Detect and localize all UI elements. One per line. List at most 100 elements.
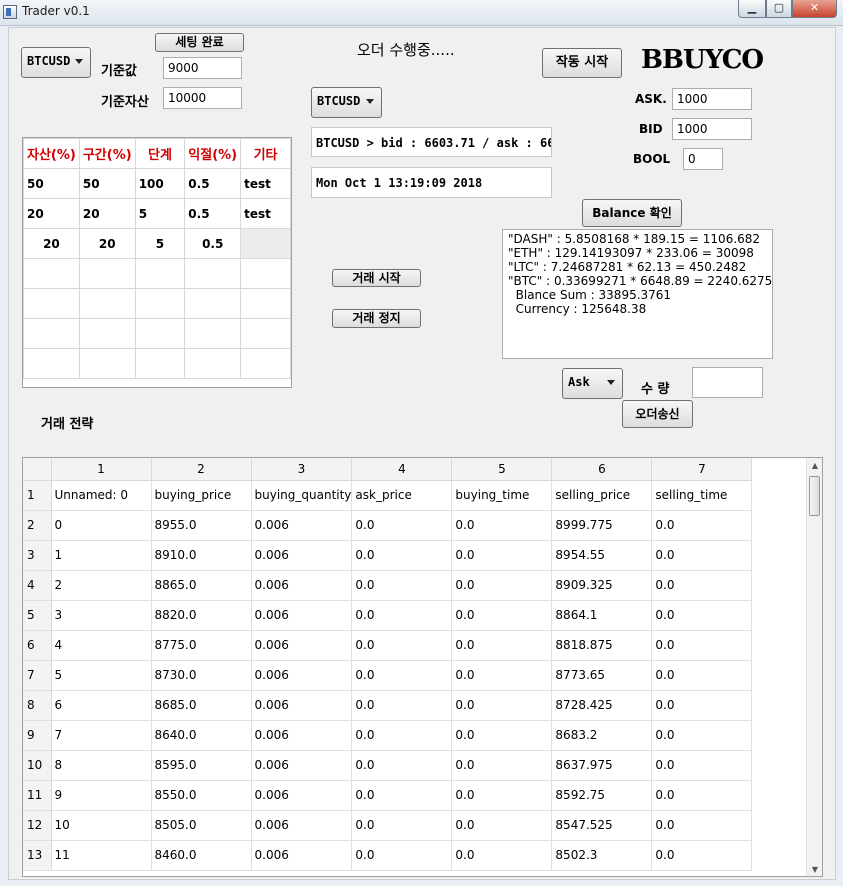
grid-row-header[interactable]: 12 <box>23 810 52 841</box>
grid-cell[interactable]: 4 <box>51 630 152 661</box>
grid-cell[interactable]: 0.006 <box>251 570 353 601</box>
grid-cell[interactable]: 10 <box>51 810 152 841</box>
grid-cell[interactable]: 8505.0 <box>151 810 252 841</box>
grid-cell[interactable]: 8502.3 <box>551 840 653 871</box>
grid-row-header[interactable]: 3 <box>23 540 52 571</box>
grid-cell[interactable]: 0.0 <box>651 630 753 661</box>
grid-cell[interactable]: 8909.325 <box>551 570 653 601</box>
grid-cell[interactable]: 0.006 <box>251 780 353 811</box>
strategy-cell[interactable]: 20 <box>78 228 136 259</box>
settings-done-button[interactable]: 세팅 완료 <box>155 33 244 52</box>
balance-check-button[interactable]: Balance 확인 <box>582 199 682 227</box>
grid-corner[interactable] <box>23 458 52 481</box>
strategy-cell[interactable]: 0.5 <box>184 198 242 229</box>
strategy-row[interactable]: 20 20 5 0.5 test <box>23 198 291 229</box>
strategy-cell[interactable]: 5 <box>134 198 186 229</box>
grid-cell[interactable]: 0.0 <box>651 510 753 541</box>
strategy-cell[interactable]: 100 <box>134 168 186 199</box>
grid-cell[interactable]: 0.0 <box>651 840 753 871</box>
grid-cell[interactable]: 0.006 <box>251 810 353 841</box>
grid-cell[interactable]: 0.006 <box>251 600 353 631</box>
strategy-cell[interactable]: 20 <box>78 198 136 229</box>
grid-cell[interactable]: 0.0 <box>351 540 453 571</box>
orders-data-grid[interactable]: 1 2 3 4 5 6 7 1 Unnamed: 0 buying_price … <box>22 457 823 877</box>
strategy-row[interactable]: 50 50 100 0.5 test <box>23 168 291 199</box>
grid-cell[interactable]: 0.0 <box>651 810 753 841</box>
grid-cell[interactable]: 8910.0 <box>151 540 252 571</box>
grid-cell[interactable]: buying_time <box>451 480 553 511</box>
order-side-select[interactable]: Ask <box>562 368 623 399</box>
grid-col-header[interactable]: 4 <box>351 458 453 481</box>
grid-row-header[interactable]: 2 <box>23 510 52 541</box>
grid-cell[interactable]: 8728.425 <box>551 690 653 721</box>
grid-cell[interactable]: 8730.0 <box>151 660 252 691</box>
grid-row-header[interactable]: 8 <box>23 690 52 721</box>
strategy-cell[interactable]: test <box>240 198 291 229</box>
table-row[interactable]: 6 4 8775.0 0.006 0.0 0.0 8818.875 0.0 <box>23 630 753 661</box>
grid-cell[interactable]: 1 <box>51 540 152 571</box>
grid-cell[interactable]: 0.006 <box>251 720 353 751</box>
table-row[interactable]: 9 7 8640.0 0.006 0.0 0.0 8683.2 0.0 <box>23 720 753 751</box>
grid-cell[interactable]: 0.0 <box>651 600 753 631</box>
strategy-cell-selected[interactable] <box>240 228 291 259</box>
table-row[interactable]: 4 2 8865.0 0.006 0.0 0.0 8909.325 0.0 <box>23 570 753 601</box>
strategy-cell[interactable]: 50 <box>23 168 80 199</box>
table-row[interactable]: 2 0 8955.0 0.006 0.0 0.0 8999.775 0.0 <box>23 510 753 541</box>
grid-cell[interactable]: 0.006 <box>251 510 353 541</box>
grid-cell[interactable]: 2 <box>51 570 152 601</box>
grid-row-header[interactable]: 7 <box>23 660 52 691</box>
grid-cell[interactable]: 8954.55 <box>551 540 653 571</box>
strategy-row-empty[interactable] <box>23 258 291 289</box>
grid-cell[interactable]: 8460.0 <box>151 840 252 871</box>
grid-cell[interactable]: 8818.875 <box>551 630 653 661</box>
close-button[interactable]: ✕ <box>792 0 837 18</box>
grid-row-header[interactable]: 4 <box>23 570 52 601</box>
grid-cell[interactable]: 0.0 <box>451 810 553 841</box>
strategy-cell[interactable]: 5 <box>134 228 186 259</box>
grid-cell[interactable]: 0.006 <box>251 750 353 781</box>
grid-cell[interactable]: 8637.975 <box>551 750 653 781</box>
grid-col-header[interactable]: 5 <box>451 458 553 481</box>
grid-cell[interactable]: 0.0 <box>351 840 453 871</box>
grid-cell[interactable]: 8820.0 <box>151 600 252 631</box>
grid-cell[interactable]: 5 <box>51 660 152 691</box>
balance-text-area[interactable]: "DASH" : 5.8508168 * 189.15 = 1106.682 "… <box>502 229 773 359</box>
grid-cell[interactable]: 0.0 <box>351 810 453 841</box>
trade-start-button[interactable]: 거래 시작 <box>332 269 421 287</box>
strategy-cell[interactable]: 0.5 <box>184 168 242 199</box>
grid-cell[interactable]: 8773.65 <box>551 660 653 691</box>
table-row[interactable]: 13 11 8460.0 0.006 0.0 0.0 8502.3 0.0 <box>23 840 753 871</box>
grid-cell[interactable]: 9 <box>51 780 152 811</box>
grid-cell[interactable]: 0.0 <box>451 510 553 541</box>
grid-cell[interactable]: 8864.1 <box>551 600 653 631</box>
grid-cell[interactable]: 0.006 <box>251 690 353 721</box>
table-row[interactable]: 1 Unnamed: 0 buying_price buying_quantit… <box>23 480 753 511</box>
grid-cell[interactable]: 11 <box>51 840 152 871</box>
scrollbar-thumb[interactable] <box>809 476 820 516</box>
grid-cell[interactable]: 0.0 <box>351 720 453 751</box>
grid-cell[interactable]: 0.0 <box>651 720 753 751</box>
maximize-button[interactable]: ▢ <box>766 0 792 18</box>
strategy-row-editing[interactable]: 20 20 5 0.5 <box>23 228 291 259</box>
grid-cell[interactable]: 0.0 <box>351 510 453 541</box>
grid-row-header[interactable]: 13 <box>23 840 52 871</box>
table-row[interactable]: 12 10 8505.0 0.006 0.0 0.0 8547.525 0.0 <box>23 810 753 841</box>
start-operation-button[interactable]: 작동 시작 <box>542 48 622 78</box>
grid-cell[interactable]: 0.006 <box>251 660 353 691</box>
table-row[interactable]: 11 9 8550.0 0.006 0.0 0.0 8592.75 0.0 <box>23 780 753 811</box>
strategy-row-empty[interactable] <box>23 318 291 349</box>
grid-cell[interactable]: 0.0 <box>351 780 453 811</box>
grid-cell[interactable]: 0 <box>51 510 152 541</box>
grid-cell[interactable]: selling_time <box>651 480 753 511</box>
ask-input[interactable]: 1000 <box>672 88 752 110</box>
grid-cell[interactable]: 0.0 <box>451 660 553 691</box>
symbol-select[interactable]: BTCUSD <box>21 47 91 78</box>
grid-cell[interactable]: 0.0 <box>351 570 453 601</box>
table-row[interactable]: 7 5 8730.0 0.006 0.0 0.0 8773.65 0.0 <box>23 660 753 691</box>
table-row[interactable]: 3 1 8910.0 0.006 0.0 0.0 8954.55 0.0 <box>23 540 753 571</box>
center-symbol-select[interactable]: BTCUSD <box>311 87 382 118</box>
trade-stop-button[interactable]: 거래 정지 <box>332 309 421 328</box>
grid-col-header[interactable]: 1 <box>51 458 152 481</box>
table-row[interactable]: 5 3 8820.0 0.006 0.0 0.0 8864.1 0.0 <box>23 600 753 631</box>
grid-cell[interactable]: 8550.0 <box>151 780 252 811</box>
